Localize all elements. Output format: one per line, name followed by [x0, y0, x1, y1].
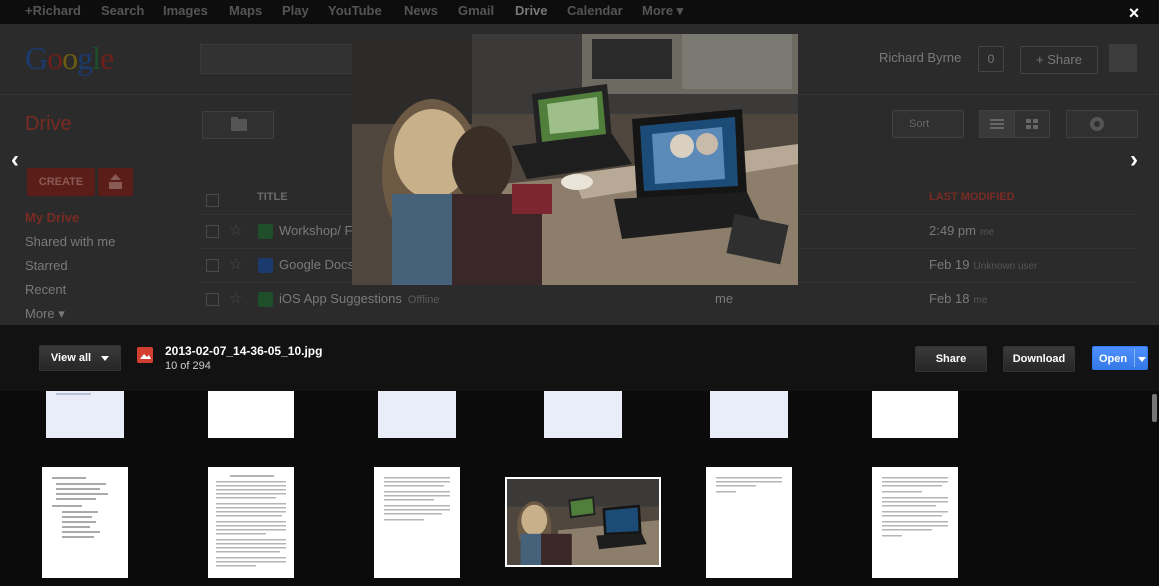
page-title: Drive	[25, 113, 72, 135]
sidebar-item-my-drive[interactable]: My Drive	[25, 210, 79, 225]
gplus-share-button[interactable]: + Share	[1020, 46, 1098, 74]
file-owner: me	[715, 291, 734, 306]
open-button[interactable]: Open	[1092, 346, 1148, 370]
notification-badge[interactable]: 0	[978, 46, 1004, 72]
file-name: 2013-02-07_14-36-05_10.jpg	[165, 344, 323, 358]
gbar-item[interactable]: Maps	[229, 3, 262, 18]
download-button[interactable]: Download	[1003, 346, 1075, 372]
gbar-item[interactable]: Calendar	[567, 3, 623, 18]
create-button[interactable]: CREATE	[27, 168, 95, 196]
gbar-item[interactable]: Drive	[515, 3, 548, 18]
file-date: 2:49 pm	[929, 223, 976, 238]
star-icon[interactable]: ☆	[229, 255, 242, 273]
spreadsheet-icon	[258, 224, 273, 239]
classroom-photo	[352, 34, 798, 285]
gbar-item[interactable]: More ▾	[642, 3, 683, 19]
viewer-toolbar: View all 2013-02-07_14-36-05_10.jpg 10 o…	[0, 325, 1159, 391]
sidebar-item-shared[interactable]: Shared with me	[25, 234, 115, 249]
sort-button[interactable]: Sort	[892, 110, 964, 138]
column-header-title[interactable]: TITLE	[257, 191, 288, 203]
thumbnail[interactable]	[872, 467, 958, 578]
sidebar-item-recent[interactable]: Recent	[25, 282, 66, 297]
avatar[interactable]	[1109, 44, 1137, 72]
next-arrow-icon[interactable]: ›	[1124, 148, 1144, 172]
gbar-item[interactable]: Images	[163, 3, 208, 18]
list-view-button[interactable]	[979, 110, 1015, 138]
close-icon[interactable]: ×	[1124, 3, 1144, 23]
document-icon	[258, 258, 273, 273]
file-date: Feb 19	[929, 257, 970, 272]
file-date: Feb 18	[929, 291, 970, 306]
thumbnail[interactable]	[872, 391, 958, 438]
gbar-item[interactable]: News	[404, 3, 438, 18]
open-label: Open	[1099, 353, 1128, 365]
upload-icon	[109, 174, 122, 189]
user-name[interactable]: Richard Byrne	[879, 50, 961, 65]
star-icon[interactable]: ☆	[229, 289, 242, 307]
new-folder-button[interactable]	[202, 111, 274, 139]
file-name[interactable]: Google Docs	[279, 257, 354, 272]
previous-arrow-icon[interactable]: ‹	[5, 148, 25, 172]
folder-icon	[231, 117, 247, 131]
view-all-button[interactable]: View all	[39, 345, 121, 371]
gbar-item[interactable]: Play	[282, 3, 309, 18]
file-name[interactable]: Workshop/ F	[279, 223, 352, 238]
sidebar-item-starred[interactable]: Starred	[25, 258, 68, 273]
google-bar: +Richard Search Images Maps Play YouTube…	[0, 0, 1159, 24]
column-header-last-modified[interactable]: LAST MODIFIED	[929, 191, 1015, 203]
gbar-item[interactable]: +Richard	[25, 3, 81, 18]
row-checkbox[interactable]	[206, 293, 219, 306]
row-checkbox[interactable]	[206, 259, 219, 272]
grid-icon	[1026, 119, 1038, 129]
chevron-down-icon	[101, 355, 110, 361]
table-row[interactable]: ☆ iOS App Suggestions Offline me Feb 18 me	[200, 282, 1136, 316]
thumbnail[interactable]	[208, 391, 294, 438]
thumbnail[interactable]	[374, 467, 460, 578]
select-all-checkbox[interactable]	[206, 194, 219, 207]
list-icon	[990, 119, 1004, 129]
preview-image	[352, 34, 798, 285]
thumbnail[interactable]	[706, 467, 792, 578]
file-date-by: me	[979, 227, 994, 238]
star-icon[interactable]: ☆	[229, 221, 242, 239]
google-logo[interactable]: Google	[25, 40, 114, 77]
file-position: 10 of 294	[165, 360, 211, 372]
search-input[interactable]	[200, 44, 357, 74]
file-info: 2013-02-07_14-36-05_10.jpg 10 of 294	[165, 344, 322, 372]
scrollbar[interactable]	[1152, 394, 1157, 422]
gbar-item[interactable]: Search	[101, 3, 144, 18]
image-file-icon	[137, 347, 153, 363]
sidebar-item-more[interactable]: More ▾	[25, 306, 65, 322]
chevron-down-icon[interactable]	[1138, 357, 1146, 362]
file-date-by: Unknown user	[973, 261, 1038, 272]
share-button[interactable]: Share	[915, 346, 987, 372]
view-all-label: View all	[50, 352, 92, 364]
thumbnail[interactable]	[544, 391, 622, 438]
offline-label: Offline	[407, 294, 440, 306]
thumbnail[interactable]	[378, 391, 456, 438]
settings-button[interactable]	[1066, 110, 1138, 138]
file-name[interactable]: iOS App Suggestions	[279, 291, 402, 306]
thumbnail[interactable]	[208, 467, 294, 578]
upload-button[interactable]	[98, 168, 133, 196]
row-checkbox[interactable]	[206, 225, 219, 238]
thumbnail-grid	[0, 391, 1159, 586]
file-date-by: me	[973, 295, 988, 306]
spreadsheet-icon	[258, 292, 273, 307]
thumbnail[interactable]	[46, 391, 124, 438]
thumbnail[interactable]	[42, 467, 128, 578]
gbar-item[interactable]: Gmail	[458, 3, 494, 18]
gear-icon	[1090, 117, 1104, 131]
grid-view-button[interactable]	[1014, 110, 1050, 138]
thumbnail[interactable]	[710, 391, 788, 438]
thumbnail-selected[interactable]	[505, 477, 661, 567]
gbar-item[interactable]: YouTube	[328, 3, 382, 18]
